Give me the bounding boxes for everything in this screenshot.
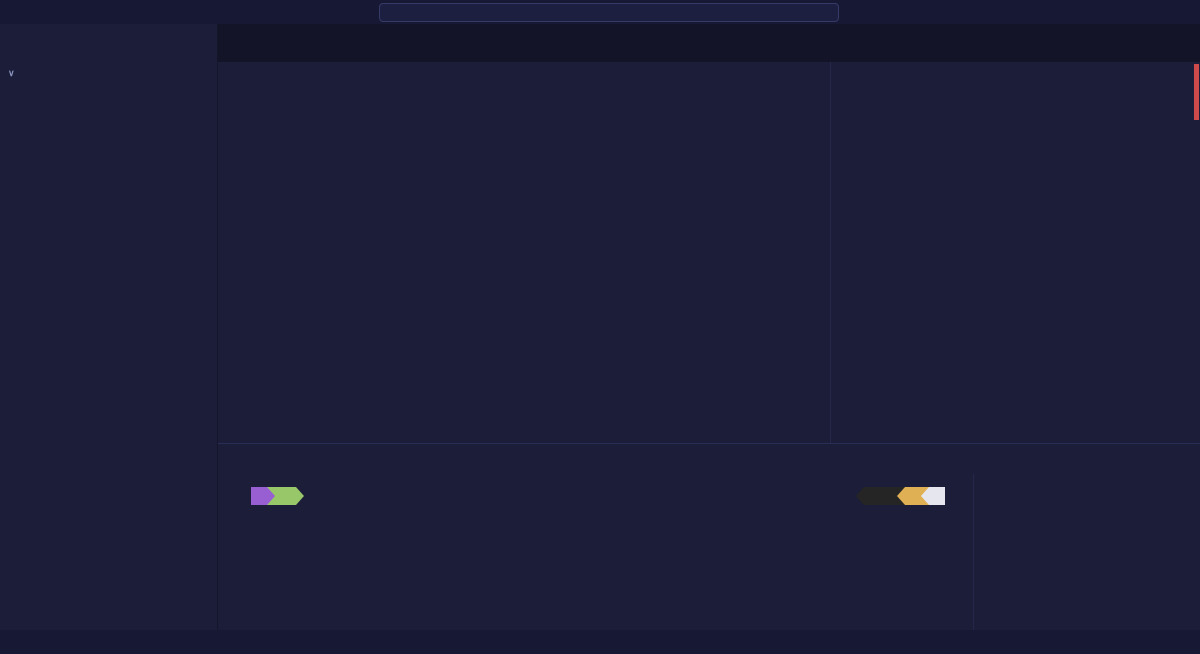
tab-bar (218, 24, 1200, 62)
prompt-ram-segment (905, 487, 921, 505)
powerline-arrow (897, 487, 905, 505)
code-editor[interactable] (218, 62, 1200, 443)
command-center-search[interactable] (379, 3, 839, 22)
terminal[interactable] (218, 474, 973, 630)
powerline-arrow (856, 487, 864, 505)
terminal-list (973, 474, 1200, 630)
terminal-prompt (238, 487, 973, 505)
workbench: ∨ (0, 24, 1200, 630)
column-ruler (830, 62, 831, 443)
powerline-arrow (921, 487, 929, 505)
bottom-panel (218, 443, 1200, 630)
overview-ruler-modified-marker (1194, 64, 1199, 120)
terminal-hint (238, 505, 973, 519)
panel-body (218, 474, 1200, 630)
vscode-window: ∨ (0, 0, 1200, 654)
powerline-arrow (267, 487, 275, 505)
sidebar: ∨ (0, 24, 218, 630)
editor-area (218, 24, 1200, 630)
panel-header (218, 444, 1200, 474)
explorer-header[interactable]: ∨ (0, 62, 217, 84)
prompt-status-segment (864, 487, 897, 505)
editor-actions (1184, 24, 1200, 62)
activity-bar (0, 24, 217, 62)
title-bar (0, 0, 1200, 24)
powerline-arrow (296, 487, 304, 505)
prompt-path (251, 487, 267, 505)
chevron-down-icon: ∨ (8, 68, 15, 79)
prompt-git-segment (275, 487, 296, 505)
prompt-time-segment (929, 487, 945, 505)
status-bar (0, 630, 1200, 654)
